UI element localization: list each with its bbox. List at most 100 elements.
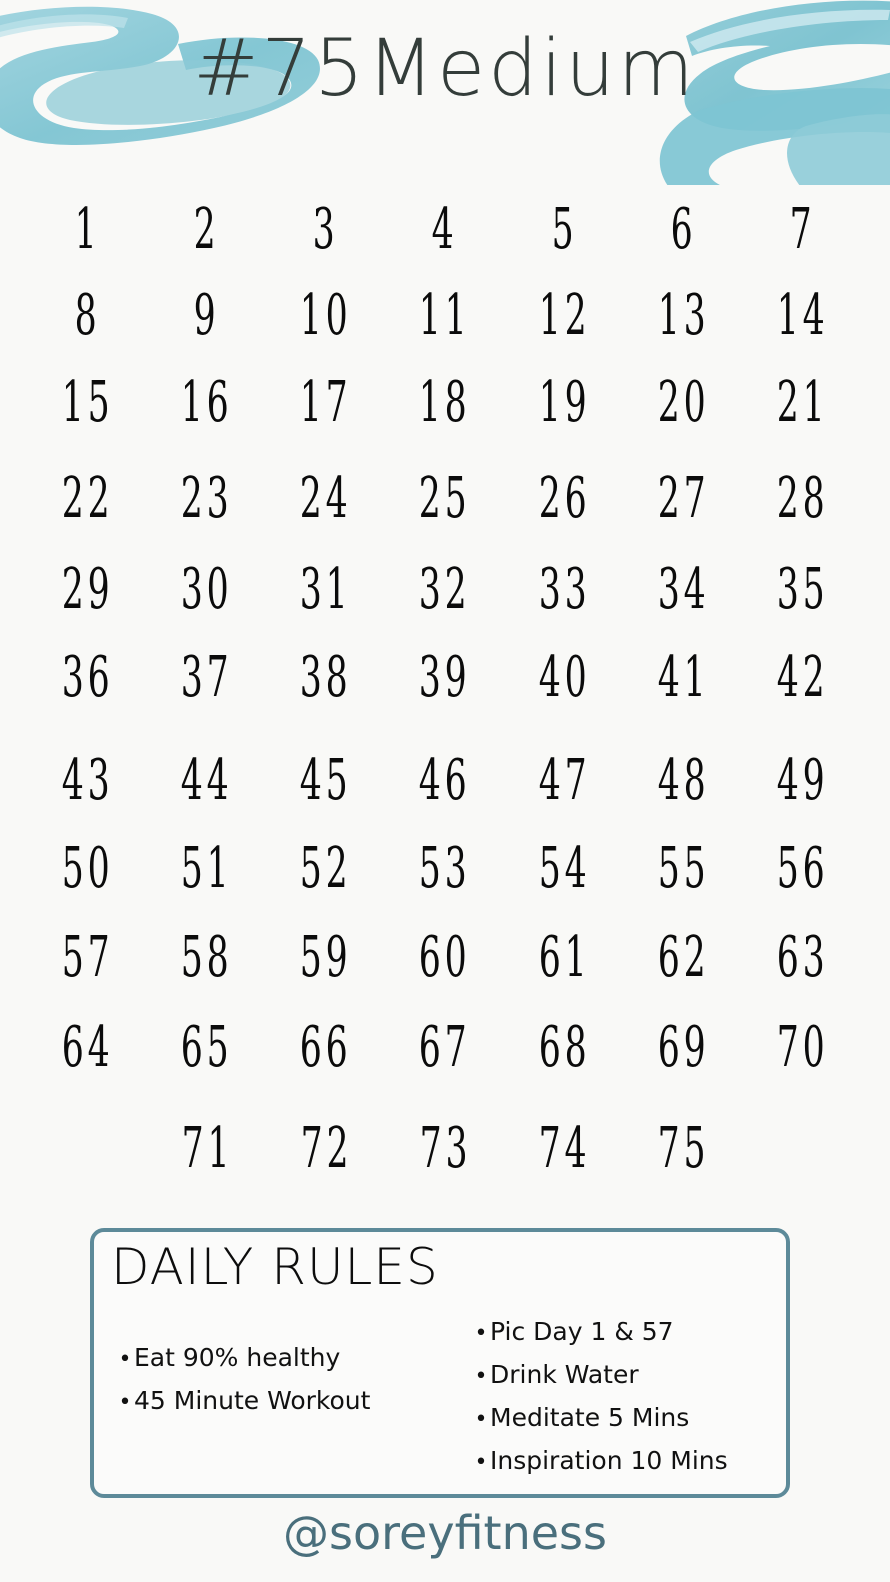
day-cell[interactable]: 20 bbox=[646, 359, 720, 447]
day-cell[interactable]: 48 bbox=[646, 737, 720, 825]
day-cell[interactable]: 45 bbox=[289, 737, 363, 825]
day-cell[interactable]: 50 bbox=[51, 825, 125, 913]
day-cell[interactable]: 30 bbox=[170, 546, 244, 634]
rules-list-left: • Eat 90% healthy • 45 Minute Workout bbox=[116, 1336, 456, 1422]
day-cell[interactable]: 70 bbox=[765, 1004, 839, 1092]
day-cell[interactable]: 73 bbox=[408, 1105, 482, 1193]
day-cell[interactable]: 24 bbox=[289, 455, 363, 543]
day-cell[interactable]: 1 bbox=[51, 186, 125, 274]
day-cell[interactable]: 69 bbox=[646, 1004, 720, 1092]
rule-text: Inspiration 10 Mins bbox=[490, 1446, 728, 1475]
day-cell[interactable]: 16 bbox=[170, 359, 244, 447]
rule-item: • Inspiration 10 Mins bbox=[472, 1439, 782, 1482]
day-cell[interactable]: 32 bbox=[408, 546, 482, 634]
day-cell[interactable]: 65 bbox=[170, 1004, 244, 1092]
day-cell[interactable]: 27 bbox=[646, 455, 720, 543]
day-cell[interactable]: 21 bbox=[765, 359, 839, 447]
day-cell[interactable]: 54 bbox=[527, 825, 601, 913]
bullet-icon: • bbox=[474, 1321, 488, 1346]
day-cell[interactable]: 74 bbox=[527, 1105, 601, 1193]
day-cell[interactable]: 60 bbox=[408, 914, 482, 1002]
day-cell[interactable]: 9 bbox=[170, 272, 244, 360]
day-cell[interactable]: 22 bbox=[51, 455, 125, 543]
poster-header: #75Medium bbox=[0, 0, 890, 185]
grid-row: 8 9 10 11 12 13 14 bbox=[28, 272, 862, 360]
day-cell[interactable]: 2 bbox=[170, 186, 244, 274]
rule-item: • Pic Day 1 & 57 bbox=[472, 1310, 782, 1353]
day-cell[interactable]: 25 bbox=[408, 455, 482, 543]
day-cell[interactable]: 31 bbox=[289, 546, 363, 634]
day-cell[interactable]: 33 bbox=[527, 546, 601, 634]
day-cell[interactable]: 51 bbox=[170, 825, 244, 913]
day-cell[interactable]: 53 bbox=[408, 825, 482, 913]
grid-row: 15 16 17 18 19 20 21 bbox=[28, 359, 862, 447]
day-cell[interactable]: 23 bbox=[170, 455, 244, 543]
day-cell[interactable]: 68 bbox=[527, 1004, 601, 1092]
day-cell[interactable]: 38 bbox=[289, 634, 363, 722]
day-cell[interactable]: 75 bbox=[646, 1105, 720, 1193]
grid-row: 57 58 59 60 61 62 63 bbox=[28, 914, 862, 1002]
day-cell[interactable]: 15 bbox=[51, 359, 125, 447]
day-cell[interactable]: 3 bbox=[289, 186, 363, 274]
day-cell[interactable]: 43 bbox=[51, 737, 125, 825]
day-cell[interactable]: 39 bbox=[408, 634, 482, 722]
day-cell[interactable]: 14 bbox=[765, 272, 839, 360]
day-cell[interactable]: 64 bbox=[51, 1004, 125, 1092]
day-cell[interactable]: 18 bbox=[408, 359, 482, 447]
grid-row: 22 23 24 25 26 27 28 bbox=[28, 455, 862, 543]
day-cell[interactable]: 37 bbox=[170, 634, 244, 722]
rules-list-right: • Pic Day 1 & 57 • Drink Water • Meditat… bbox=[472, 1310, 782, 1482]
day-cell[interactable]: 11 bbox=[408, 272, 482, 360]
day-cell[interactable]: 6 bbox=[646, 186, 720, 274]
day-cell[interactable]: 63 bbox=[765, 914, 839, 1002]
day-cell[interactable]: 8 bbox=[51, 272, 125, 360]
day-cell[interactable]: 57 bbox=[51, 914, 125, 1002]
day-cell[interactable]: 5 bbox=[527, 186, 601, 274]
page-title: #75Medium bbox=[193, 24, 697, 114]
day-cell[interactable]: 52 bbox=[289, 825, 363, 913]
day-cell[interactable]: 28 bbox=[765, 455, 839, 543]
day-cell[interactable]: 47 bbox=[527, 737, 601, 825]
day-cell[interactable]: 7 bbox=[765, 186, 839, 274]
day-cell[interactable]: 4 bbox=[408, 186, 482, 274]
rule-text: Meditate 5 Mins bbox=[490, 1403, 690, 1432]
day-cell[interactable]: 71 bbox=[170, 1105, 244, 1193]
day-cell[interactable]: 35 bbox=[765, 546, 839, 634]
day-cell[interactable]: 10 bbox=[289, 272, 363, 360]
day-cell[interactable]: 29 bbox=[51, 546, 125, 634]
day-cell[interactable]: 46 bbox=[408, 737, 482, 825]
grid-row: 64 65 66 67 68 69 70 bbox=[28, 1004, 862, 1092]
rule-text: Drink Water bbox=[490, 1360, 639, 1389]
grid-row: 36 37 38 39 40 41 42 bbox=[28, 634, 862, 722]
day-cell[interactable]: 62 bbox=[646, 914, 720, 1002]
day-cell[interactable]: 34 bbox=[646, 546, 720, 634]
day-cell[interactable]: 61 bbox=[527, 914, 601, 1002]
day-cell[interactable]: 67 bbox=[408, 1004, 482, 1092]
day-cell[interactable]: 72 bbox=[289, 1105, 363, 1193]
bullet-icon: • bbox=[118, 1347, 132, 1372]
daily-rules-columns: • Eat 90% healthy • 45 Minute Workout • … bbox=[94, 1232, 786, 1494]
day-cell[interactable]: 66 bbox=[289, 1004, 363, 1092]
bullet-icon: • bbox=[474, 1364, 488, 1389]
rule-text: Eat 90% healthy bbox=[134, 1343, 341, 1372]
bullet-icon: • bbox=[474, 1450, 488, 1475]
day-cell[interactable]: 58 bbox=[170, 914, 244, 1002]
day-cell[interactable]: 40 bbox=[527, 634, 601, 722]
rule-item: • Drink Water bbox=[472, 1353, 782, 1396]
day-cell[interactable]: 49 bbox=[765, 737, 839, 825]
day-cell[interactable]: 19 bbox=[527, 359, 601, 447]
day-cell[interactable]: 41 bbox=[646, 634, 720, 722]
day-cell[interactable]: 56 bbox=[765, 825, 839, 913]
grid-row: 71 72 73 74 75 bbox=[28, 1105, 862, 1193]
day-cell[interactable]: 59 bbox=[289, 914, 363, 1002]
day-cell[interactable]: 26 bbox=[527, 455, 601, 543]
day-cell[interactable]: 42 bbox=[765, 634, 839, 722]
day-cell[interactable]: 13 bbox=[646, 272, 720, 360]
day-cell[interactable]: 44 bbox=[170, 737, 244, 825]
day-cell[interactable]: 36 bbox=[51, 634, 125, 722]
day-cell[interactable]: 17 bbox=[289, 359, 363, 447]
day-cell[interactable]: 55 bbox=[646, 825, 720, 913]
social-handle[interactable]: @soreyfitness bbox=[0, 1508, 890, 1559]
grid-row: 1 2 3 4 5 6 7 bbox=[28, 186, 862, 274]
day-cell[interactable]: 12 bbox=[527, 272, 601, 360]
